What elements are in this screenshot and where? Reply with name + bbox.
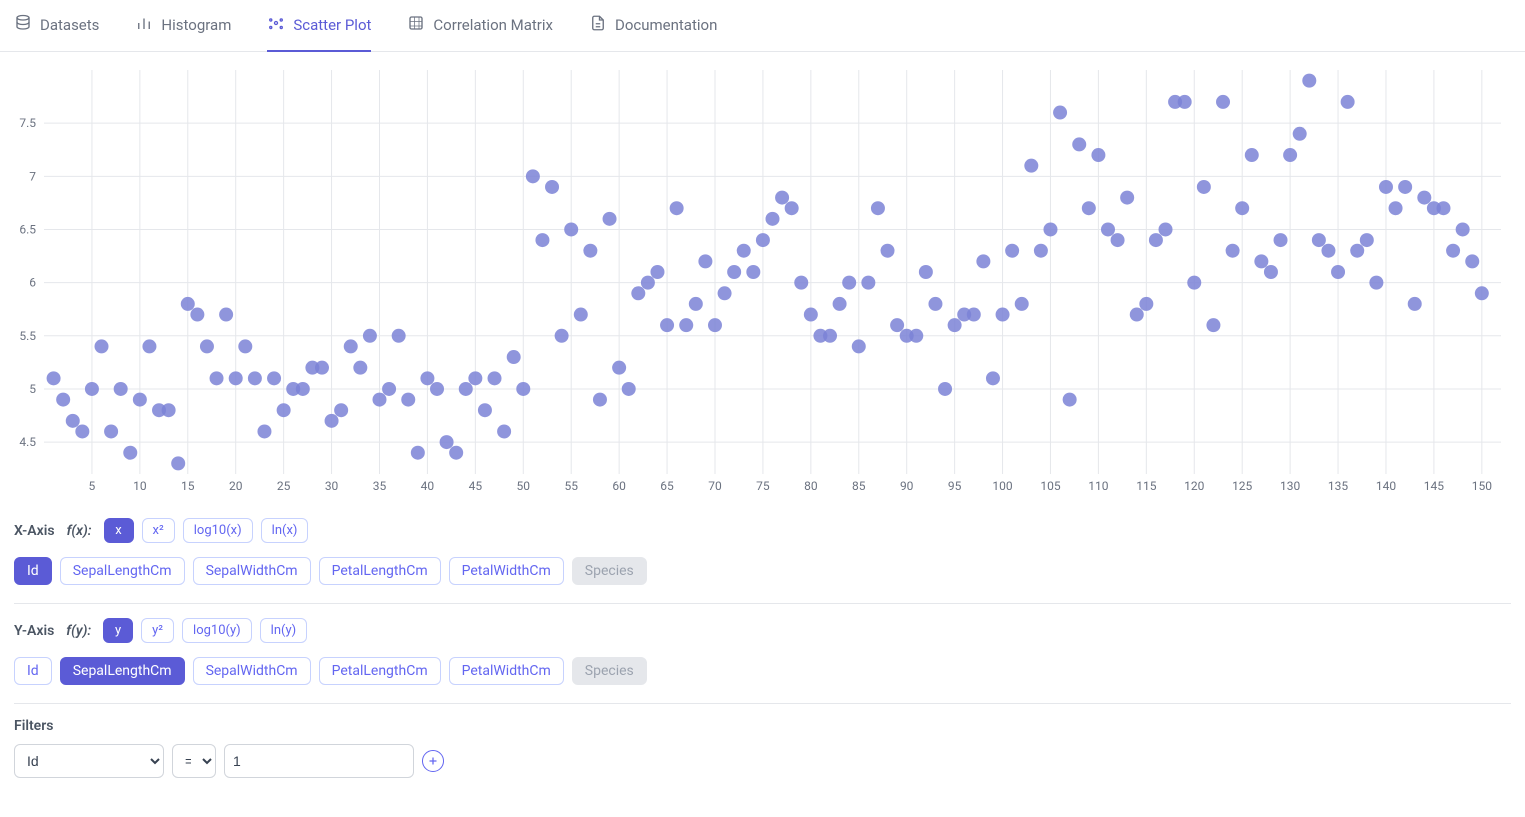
filter-value-input[interactable] — [224, 744, 414, 778]
svg-text:125: 125 — [1232, 479, 1252, 493]
bars-icon — [135, 14, 153, 36]
filter-field-select[interactable]: IdSepalLengthCmSepalWidthCmPetalLengthCm… — [14, 744, 164, 778]
tab-label: Documentation — [615, 16, 717, 34]
svg-text:40: 40 — [421, 479, 435, 493]
y-transform-chip-y[interactable]: y² — [141, 618, 174, 643]
svg-text:80: 80 — [804, 479, 818, 493]
y-field-chip-sepalwidthcm[interactable]: SepalWidthCm — [193, 657, 311, 685]
y-field-chip-species: Species — [572, 657, 647, 685]
svg-text:150: 150 — [1472, 479, 1492, 493]
svg-text:7.5: 7.5 — [19, 116, 36, 130]
svg-text:105: 105 — [1040, 479, 1060, 493]
svg-text:55: 55 — [564, 479, 578, 493]
tab-histogram[interactable]: Histogram — [135, 14, 231, 52]
grid-icon — [407, 14, 425, 36]
svg-text:75: 75 — [756, 479, 770, 493]
x-axis-controls: X-Axis f(x): x x² log10(x) ln(x) Id SepalLen… — [0, 506, 1525, 778]
filters-label: Filters — [14, 718, 1511, 734]
divider — [14, 603, 1511, 604]
svg-text:120: 120 — [1184, 479, 1204, 493]
y-axis-label: Y-Axis — [14, 623, 54, 639]
tab-datasets[interactable]: Datasets — [14, 14, 99, 52]
filter-op-select[interactable]: =<><=>=!= — [172, 744, 216, 778]
y-transform-chips: y y² log10(y) ln(y) — [103, 618, 307, 643]
x-transform-chip-x[interactable]: x² — [142, 518, 175, 543]
x-field-chips: Id SepalLengthCm SepalWidthCm PetalLengthCm… — [14, 557, 1511, 585]
x-axis-label: X-Axis — [14, 523, 55, 539]
svg-text:7: 7 — [29, 169, 36, 183]
tab-scatter[interactable]: Scatter Plot — [267, 14, 371, 52]
tabs-bar: Datasets Histogram Scatter Plot Correlation… — [0, 0, 1525, 52]
svg-text:85: 85 — [852, 479, 866, 493]
y-transform-chip-log10y[interactable]: log10(y) — [182, 618, 252, 643]
svg-text:20: 20 — [229, 479, 243, 493]
svg-text:4.5: 4.5 — [19, 435, 36, 449]
x-field-chip-id[interactable]: Id — [14, 557, 52, 585]
svg-text:70: 70 — [708, 479, 722, 493]
svg-text:50: 50 — [517, 479, 531, 493]
x-transform-chip-log10x[interactable]: log10(x) — [183, 518, 253, 543]
filter-row: IdSepalLengthCmSepalWidthCmPetalLengthCm… — [14, 744, 1511, 778]
scatter-plot[interactable]: 5101520253035404550556065707580859095100… — [14, 62, 1511, 502]
x-field-chip-petalwidthcm[interactable]: PetalWidthCm — [449, 557, 564, 585]
x-field-chip-sepalwidthcm[interactable]: SepalWidthCm — [193, 557, 311, 585]
y-field-chip-id[interactable]: Id — [14, 657, 52, 685]
svg-text:100: 100 — [992, 479, 1012, 493]
x-field-chip-species: Species — [572, 557, 647, 585]
svg-text:15: 15 — [181, 479, 195, 493]
tab-label: Datasets — [40, 16, 99, 34]
y-field-chip-petalwidthcm[interactable]: PetalWidthCm — [449, 657, 564, 685]
svg-text:10: 10 — [133, 479, 147, 493]
y-field-chip-petallengthcm[interactable]: PetalLengthCm — [319, 657, 441, 685]
doc-icon — [589, 14, 607, 36]
tab-label: Correlation Matrix — [433, 16, 553, 34]
svg-text:5.5: 5.5 — [19, 329, 36, 343]
divider — [14, 703, 1511, 704]
svg-text:60: 60 — [612, 479, 626, 493]
svg-text:135: 135 — [1328, 479, 1348, 493]
svg-text:140: 140 — [1376, 479, 1396, 493]
svg-text:5: 5 — [89, 479, 96, 493]
svg-text:45: 45 — [469, 479, 483, 493]
svg-text:5: 5 — [29, 382, 36, 396]
svg-text:6.5: 6.5 — [19, 222, 36, 236]
y-transform-chip-y[interactable]: y — [103, 618, 133, 643]
plus-icon — [427, 755, 439, 767]
y-transform-chip-lny[interactable]: ln(y) — [260, 618, 307, 643]
svg-text:95: 95 — [948, 479, 962, 493]
tab-corr[interactable]: Correlation Matrix — [407, 14, 553, 52]
svg-text:90: 90 — [900, 479, 914, 493]
x-transform-chips: x x² log10(x) ln(x) — [104, 518, 309, 543]
fx-label: f(x): — [67, 523, 92, 539]
svg-text:115: 115 — [1136, 479, 1156, 493]
tab-label: Scatter Plot — [293, 16, 371, 34]
svg-text:35: 35 — [373, 479, 387, 493]
x-field-chip-petallengthcm[interactable]: PetalLengthCm — [319, 557, 441, 585]
tab-label: Histogram — [161, 16, 231, 34]
y-field-chips: Id SepalLengthCm SepalWidthCm PetalLengthCm… — [14, 657, 1511, 685]
svg-text:110: 110 — [1088, 479, 1108, 493]
svg-text:65: 65 — [660, 479, 674, 493]
chart-area: 5101520253035404550556065707580859095100… — [0, 52, 1525, 506]
svg-text:6: 6 — [29, 276, 36, 290]
svg-text:145: 145 — [1424, 479, 1444, 493]
x-transform-chip-x[interactable]: x — [104, 518, 134, 543]
x-field-chip-sepallengthcm[interactable]: SepalLengthCm — [60, 557, 185, 585]
svg-text:130: 130 — [1280, 479, 1300, 493]
svg-text:25: 25 — [277, 479, 291, 493]
fy-label: f(y): — [66, 623, 91, 639]
y-field-chip-sepallengthcm[interactable]: SepalLengthCm — [60, 657, 185, 685]
scatter-icon — [267, 14, 285, 36]
tab-doc[interactable]: Documentation — [589, 14, 717, 52]
database-icon — [14, 14, 32, 36]
add-filter-button[interactable] — [422, 750, 444, 772]
svg-text:30: 30 — [325, 479, 339, 493]
x-transform-chip-lnx[interactable]: ln(x) — [261, 518, 309, 543]
